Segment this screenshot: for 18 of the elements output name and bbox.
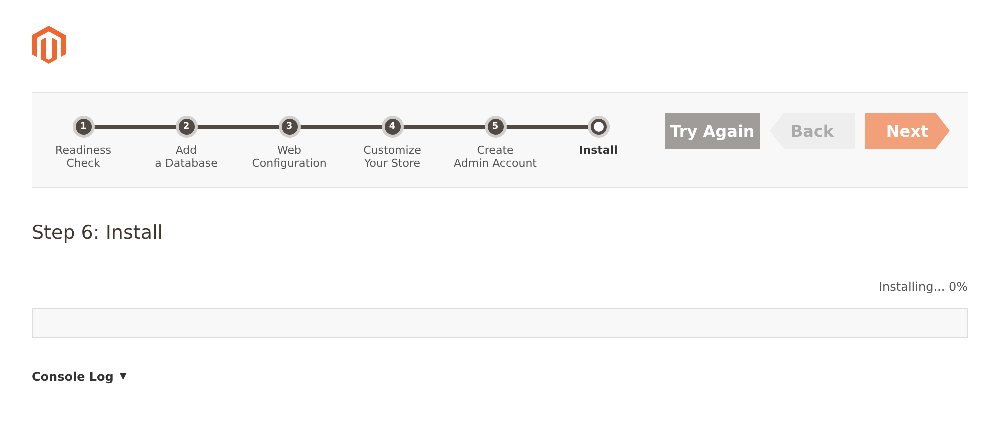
completed-step-marker: 1 — [76, 119, 92, 135]
console-log-toggle[interactable]: Console Log ▼ — [32, 370, 127, 384]
step-label: Create Admin Account — [454, 144, 537, 170]
back-button[interactable]: Back — [770, 113, 855, 149]
step-label: Customize Your Store — [364, 144, 422, 170]
page-title: Step 6: Install — [32, 222, 164, 244]
step-label: Readiness Check — [56, 144, 112, 170]
completed-step-marker: 2 — [178, 119, 194, 135]
step-label: Web Configuration — [252, 144, 327, 170]
step-label: Install — [579, 144, 618, 157]
next-button[interactable]: Next — [865, 113, 950, 149]
step-label: Add a Database — [155, 144, 218, 170]
completed-step-marker: 3 — [282, 119, 298, 135]
logo-icon — [32, 26, 66, 64]
completed-step-marker: 5 — [488, 119, 504, 135]
retry-button[interactable]: Try Again — [665, 113, 760, 149]
completed-step-marker: 4 — [384, 119, 400, 135]
progress-status: Installing... 0% — [878, 280, 968, 294]
